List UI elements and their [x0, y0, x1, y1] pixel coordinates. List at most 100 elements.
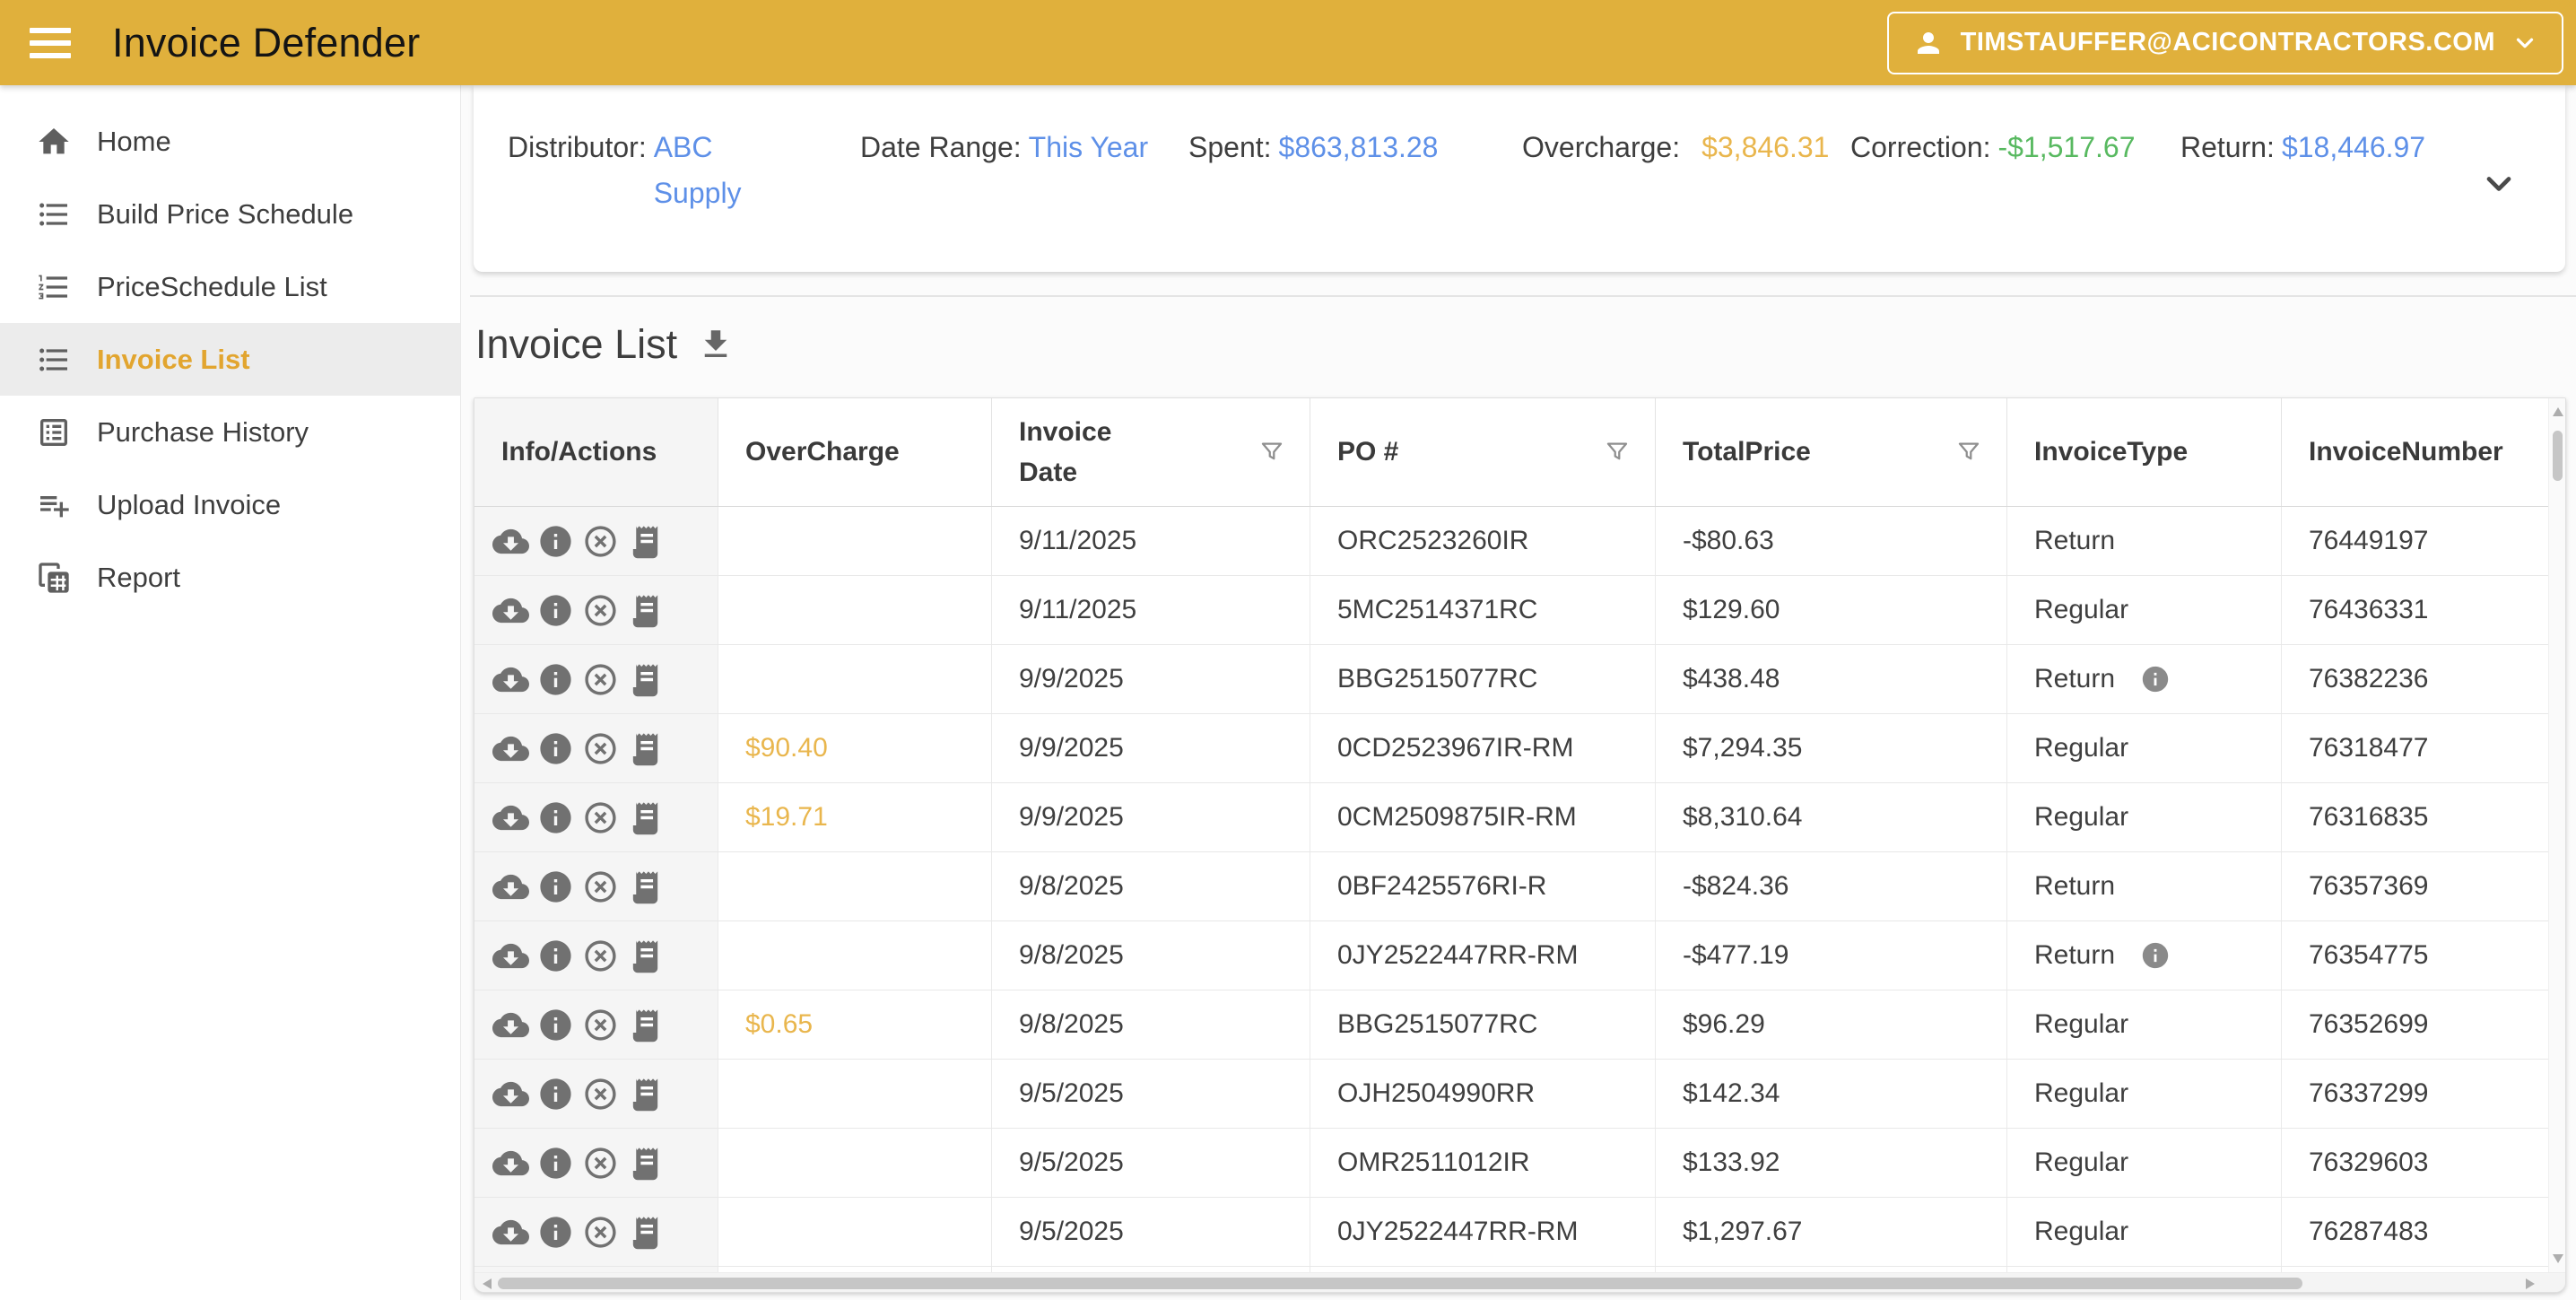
invoice-date-cell: 9/5/2025	[992, 1198, 1310, 1266]
invoice-type-cell: Return	[2007, 852, 2282, 920]
info-icon[interactable]	[537, 523, 574, 560]
horizontal-scrollbar[interactable]	[474, 1272, 2565, 1292]
row-actions-cell	[474, 1198, 718, 1266]
summary-value[interactable]: ABC Supply	[654, 125, 754, 216]
download-invoice-icon[interactable]	[492, 730, 529, 767]
download-invoice-icon[interactable]	[492, 1145, 529, 1182]
invoice-number-cell: 76382236	[2282, 645, 2548, 713]
table-body: 9/11/2025 ORC2523260IR -$80.63 Return 76…	[474, 507, 2548, 1272]
return-info-icon[interactable]	[2140, 664, 2171, 694]
cancel-icon[interactable]	[582, 592, 619, 629]
summary-value[interactable]: -$1,517.67	[1998, 131, 2136, 163]
info-icon[interactable]	[537, 592, 574, 629]
receipt-icon[interactable]	[627, 799, 664, 836]
cancel-icon[interactable]	[582, 730, 619, 767]
summary-item: Date Range:This Year	[860, 125, 1188, 216]
cancel-icon[interactable]	[582, 938, 619, 974]
info-icon[interactable]	[537, 799, 574, 836]
info-icon[interactable]	[537, 1076, 574, 1112]
overcharge-cell	[718, 645, 992, 713]
download-invoice-icon[interactable]	[492, 868, 529, 905]
summary-item: Correction:-$1,517.67	[1850, 125, 2180, 216]
total-price-cell: -$80.63	[1656, 507, 2007, 575]
download-invoice-icon[interactable]	[492, 661, 529, 698]
sidebar-item-invoice-list[interactable]: Invoice List	[0, 323, 460, 396]
sidebar-item-report[interactable]: Report	[0, 541, 460, 614]
sidebar-item-purchase-history[interactable]: Purchase History	[0, 396, 460, 468]
sidebar-item-priceschedule-list[interactable]: PriceSchedule List	[0, 250, 460, 323]
user-menu-button[interactable]: TIMSTAUFFER@ACICONTRACTORS.COM	[1887, 12, 2563, 74]
cancel-icon[interactable]	[582, 1214, 619, 1251]
cancel-icon[interactable]	[582, 1076, 619, 1112]
info-icon[interactable]	[537, 868, 574, 905]
vertical-scrollbar-thumb[interactable]	[2553, 431, 2563, 481]
return-info-icon[interactable]	[2140, 940, 2171, 971]
app-bar: Invoice Defender TIMSTAUFFER@ACICONTRACT…	[0, 0, 2576, 85]
filter-icon[interactable]	[1954, 438, 1983, 467]
download-invoice-icon[interactable]	[492, 523, 529, 560]
row-actions-cell	[474, 1060, 718, 1128]
table-row: 9/8/2025 0BF2425576RI-R -$824.36 Return …	[474, 852, 2548, 921]
info-icon[interactable]	[537, 938, 574, 974]
receipt-icon[interactable]	[627, 523, 664, 560]
summary-value[interactable]: This Year	[1029, 131, 1148, 163]
scroll-right-arrow[interactable]	[2526, 1278, 2535, 1289]
cancel-icon[interactable]	[582, 1007, 619, 1043]
summary-card: Distributor:ABC Supply Date Range:This Y…	[474, 85, 2565, 272]
summary-label: Spent:	[1188, 131, 1272, 163]
receipt-icon[interactable]	[627, 938, 664, 974]
scroll-up-arrow[interactable]	[2553, 407, 2563, 416]
table-row: 9/11/2025 5MC2514371RC $129.60 Regular 7…	[474, 576, 2548, 645]
filter-icon[interactable]	[1258, 438, 1286, 467]
export-download-icon[interactable]	[697, 326, 735, 363]
receipt-icon[interactable]	[627, 592, 664, 629]
download-invoice-icon[interactable]	[492, 1007, 529, 1043]
info-icon[interactable]	[537, 1007, 574, 1043]
scroll-left-arrow[interactable]	[483, 1278, 492, 1289]
receipt-icon[interactable]	[627, 868, 664, 905]
info-icon[interactable]	[537, 1145, 574, 1182]
info-icon[interactable]	[537, 1214, 574, 1251]
sidebar-item-upload-invoice[interactable]: Upload Invoice	[0, 468, 460, 541]
download-invoice-icon[interactable]	[492, 1076, 529, 1112]
row-actions-cell	[474, 714, 718, 782]
invoice-table: Info/Actions OverCharge Invoice Date PO …	[474, 397, 2566, 1293]
summary-item: Distributor:ABC Supply	[508, 125, 860, 216]
receipt-icon[interactable]	[627, 1214, 664, 1251]
list-numbered-icon	[36, 269, 72, 305]
receipt-icon[interactable]	[627, 1076, 664, 1112]
home-icon	[36, 124, 72, 160]
download-invoice-icon[interactable]	[492, 938, 529, 974]
download-invoice-icon[interactable]	[492, 1214, 529, 1251]
cancel-icon[interactable]	[582, 1145, 619, 1182]
receipt-icon[interactable]	[627, 1007, 664, 1043]
expand-summary-icon[interactable]	[2479, 164, 2519, 204]
cancel-icon[interactable]	[582, 868, 619, 905]
cancel-icon[interactable]	[582, 799, 619, 836]
menu-icon[interactable]	[30, 28, 71, 58]
info-icon[interactable]	[537, 661, 574, 698]
receipt-icon[interactable]	[627, 1145, 664, 1182]
column-header-po: PO #	[1310, 398, 1656, 506]
sidebar-item-build-price-schedule[interactable]: Build Price Schedule	[0, 178, 460, 250]
sidebar-item-home[interactable]: Home	[0, 105, 460, 178]
scroll-down-arrow[interactable]	[2553, 1254, 2563, 1263]
vertical-scrollbar[interactable]	[2548, 398, 2565, 1272]
person-icon	[1912, 27, 1945, 59]
download-invoice-icon[interactable]	[492, 592, 529, 629]
info-icon[interactable]	[537, 730, 574, 767]
table-row: $0.65 9/8/2025 BBG2515077RC $96.29 Regul…	[474, 990, 2548, 1060]
sidebar-item-label: PriceSchedule List	[97, 271, 327, 303]
summary-value[interactable]: $863,813.28	[1279, 131, 1439, 163]
cancel-icon[interactable]	[582, 661, 619, 698]
cancel-icon[interactable]	[582, 523, 619, 560]
summary-value[interactable]: $3,846.31	[1701, 131, 1829, 163]
receipt-icon[interactable]	[627, 730, 664, 767]
filter-icon[interactable]	[1603, 438, 1632, 467]
receipt-icon[interactable]	[627, 661, 664, 698]
table-header-row: Info/Actions OverCharge Invoice Date PO …	[474, 398, 2548, 507]
summary-value[interactable]: $18,446.97	[2282, 131, 2425, 163]
horizontal-scrollbar-thumb[interactable]	[498, 1278, 2302, 1289]
po-number-cell: OJH2504990RR	[1310, 1060, 1656, 1128]
download-invoice-icon[interactable]	[492, 799, 529, 836]
